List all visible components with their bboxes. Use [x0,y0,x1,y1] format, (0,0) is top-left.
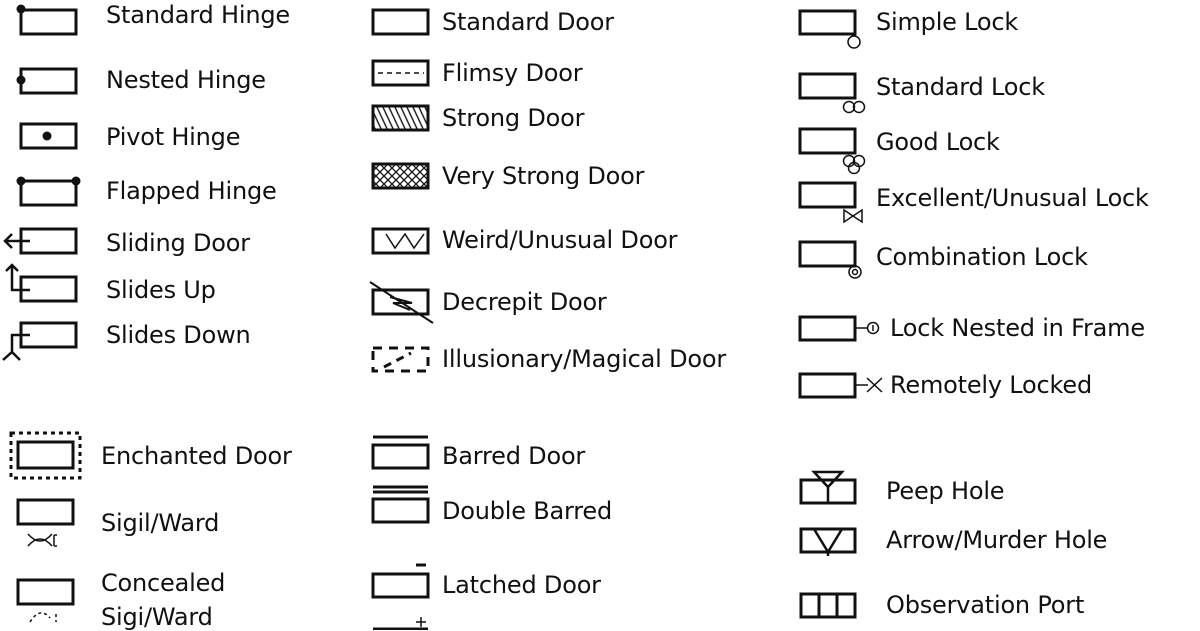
label-weird-door: Weird/Unusual Door [442,226,678,254]
label-simple-lock: Simple Lock [876,8,1019,36]
label-flapped-hinge: Flapped Hinge [106,177,277,205]
label-peep-hole: Peep Hole [886,477,1005,505]
label-barred-door: Barred Door [442,442,586,470]
sliding-door-icon [3,227,78,255]
label-sigil-ward: Sigil/Ward [101,509,220,537]
label-latched-door: Latched Door [442,571,601,599]
label-murder-hole: Arrow/Murder Hole [886,526,1108,554]
nested-lock-icon [798,315,880,342]
label-combination-lock: Combination Lock [876,243,1088,271]
peep-hole-icon [799,470,857,505]
label-excellent-lock: Excellent/Unusual Lock [876,184,1149,212]
flapped-hinge-icon [16,176,81,207]
nested-hinge-icon [16,67,78,95]
label-slides-up: Slides Up [106,276,216,304]
strong-door-icon [371,104,430,132]
label-enchanted-door: Enchanted Door [101,442,292,470]
latched-door-icon [371,563,430,599]
label-illusionary-door: Illusionary/Magical Door [442,345,726,373]
observation-port-icon [799,592,857,619]
enchanted-door-icon [9,431,82,480]
standard-lock-icon [798,72,866,114]
label-flimsy-door: Flimsy Door [442,59,583,87]
decrepit-door-icon [369,281,434,324]
label-very-strong-door: Very Strong Door [442,162,645,190]
label-sliding-door: Sliding Door [106,229,250,257]
slides-down-icon [2,321,78,361]
weird-door-icon [371,227,430,255]
illusionary-door-icon [371,346,430,373]
label-standard-lock: Standard Lock [876,73,1045,101]
concealed-sigil-icon [16,578,75,623]
label-observation-port: Observation Port [886,591,1085,619]
label-standard-hinge: Standard Hinge [106,1,290,29]
simple-lock-icon [798,9,861,49]
label-pivot-hinge: Pivot Hinge [106,123,241,151]
label-concealed: Concealed [101,569,226,597]
label-strong-door: Strong Door [442,104,585,132]
partial-door-icon [373,617,428,630]
sigil-ward-icon [16,498,75,547]
label-nested-lock: Lock Nested in Frame [890,314,1145,342]
label-standard-door: Standard Door [442,8,614,36]
slides-up-icon [5,263,78,303]
flimsy-door-icon [371,59,430,87]
standard-hinge-icon [16,4,78,36]
pivot-hinge-icon [19,122,78,150]
murder-hole-icon [799,527,857,556]
double-barred-icon [371,485,430,524]
label-concealed-sigil: Sigi/Ward [101,603,213,631]
label-slides-down: Slides Down [106,321,251,349]
label-remote-lock: Remotely Locked [890,371,1092,399]
excellent-lock-icon [798,181,863,224]
standard-door-icon [371,8,430,36]
label-nested-hinge: Nested Hinge [106,66,266,94]
combination-lock-icon [798,240,862,279]
good-lock-icon [798,127,866,175]
barred-door-icon [371,435,430,470]
very-strong-door-icon [371,162,430,190]
remote-lock-icon [798,372,883,399]
label-good-lock: Good Lock [876,128,1000,156]
label-double-barred: Double Barred [442,497,613,525]
label-decrepit-door: Decrepit Door [442,288,607,316]
